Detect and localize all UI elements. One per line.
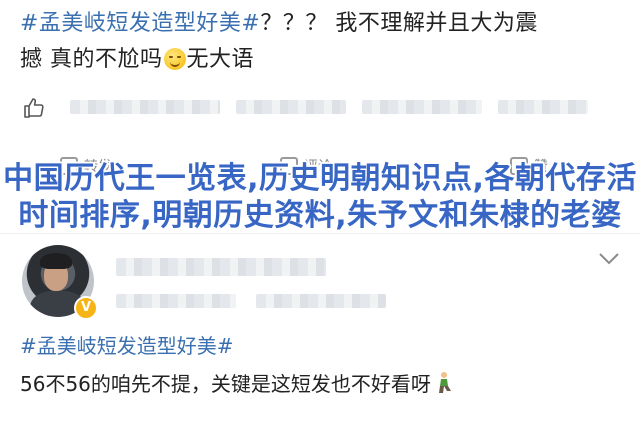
kneeling-person-emoji-icon (438, 372, 451, 393)
post-text: 56不56的咱先不提，关键是这短发也不好看呀 (20, 368, 453, 400)
grinning-sweat-emoji-icon (163, 48, 186, 70)
hashtag-link[interactable]: #孟美岐短发造型好美# (20, 11, 260, 36)
blurred-meta (116, 294, 236, 308)
blurred-content (362, 100, 482, 114)
divider (0, 233, 640, 234)
blurred-content (236, 100, 346, 114)
post-text-body: 56不56的咱先不提，关键是这短发也不好看呀 (20, 372, 431, 396)
post-text-tail: 无大语 (186, 47, 255, 72)
blurred-meta (256, 294, 386, 308)
avatar-hair (40, 253, 72, 269)
blurred-content (498, 100, 588, 114)
blurred-content (70, 100, 220, 114)
post-text: #孟美岐短发造型好美#？？？ 我不理解并且大为震 撼 真的不尬吗 无大语 (20, 6, 630, 78)
hashtag-link[interactable]: #孟美岐短发造型好美# (20, 330, 234, 362)
post-text-line1: ？？？ 我不理解并且大为震 (260, 11, 538, 36)
post-text-line2: 撼 真的不尬吗 (20, 47, 163, 72)
thumbs-up-icon[interactable] (22, 96, 46, 120)
chevron-down-icon[interactable] (598, 252, 620, 266)
verified-badge-icon: V (74, 296, 98, 320)
blurred-username (116, 258, 326, 276)
overlay-title: 中国历代王一览表,历史明朝知识点,各朝代存活时间排序,明朝历史资料,朱予文和朱棣… (3, 161, 637, 233)
